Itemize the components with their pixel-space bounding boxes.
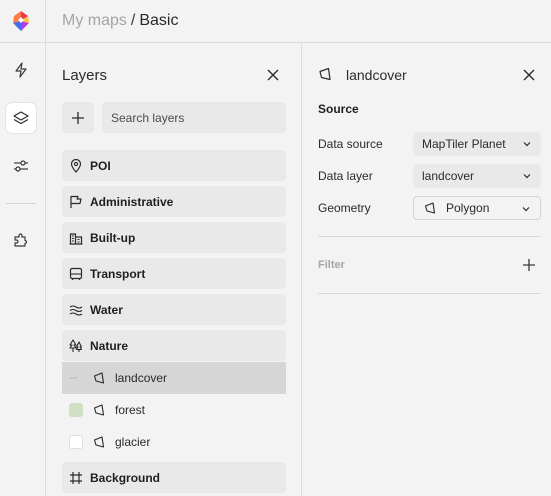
plus-icon [72, 111, 84, 124]
add-layer-button[interactable] [62, 102, 94, 133]
rail-item-layers[interactable] [6, 103, 36, 133]
layer-item-glacier[interactable]: glacier [62, 426, 286, 458]
section-divider [318, 293, 541, 294]
rail-divider [6, 203, 36, 204]
layer-group-administrative[interactable]: Administrative [62, 186, 286, 217]
drag-handle-icon[interactable]: ··· [69, 372, 83, 384]
layers-panel-title: Layers [62, 67, 108, 84]
add-filter-button[interactable] [518, 254, 540, 276]
sliders-icon [14, 160, 28, 172]
filter-section-title: Filter [318, 259, 345, 271]
close-properties-button[interactable] [518, 64, 540, 86]
layer-group-poi[interactable]: POI [62, 150, 286, 181]
data-source-value: MapTiler Planet [422, 137, 506, 151]
layer-group-label: Transport [90, 266, 146, 281]
polygon-icon [92, 371, 106, 385]
close-icon [523, 69, 535, 81]
chevron-down-icon [522, 207, 530, 212]
layer-item-landcover[interactable]: ··· landcover [62, 362, 286, 394]
layer-group-nature[interactable]: Nature [62, 330, 286, 361]
maptiler-logo-icon[interactable] [10, 10, 32, 32]
close-layers-button[interactable] [262, 64, 284, 86]
top-bar: My maps / Basic [46, 0, 551, 43]
layer-item-label: landcover [115, 371, 168, 385]
layer-group-water[interactable]: Water [62, 294, 286, 325]
bus-icon [69, 267, 83, 281]
layer-item-forest[interactable]: forest [62, 394, 286, 426]
search-layers-input[interactable] [102, 102, 286, 133]
geometry-value: Polygon [446, 201, 490, 215]
breadcrumb-current-map: Basic [139, 12, 179, 29]
rail-divider [0, 42, 46, 43]
lightning-icon [15, 62, 27, 78]
polygon-icon [92, 403, 106, 417]
trees-icon [69, 338, 83, 353]
puzzle-icon [14, 233, 28, 247]
rail-item-settings[interactable] [6, 151, 36, 181]
layer-group-label: Nature [90, 338, 129, 353]
layers-panel: Layers POI Administrative Built-up [46, 43, 302, 496]
layer-properties-panel: landcover Source Data source MapTiler Pl… [302, 43, 551, 496]
layer-item-label: forest [115, 403, 146, 417]
data-source-select[interactable]: MapTiler Planet [413, 132, 541, 156]
layer-group-transport[interactable]: Transport [62, 258, 286, 289]
chevron-down-icon [523, 174, 531, 179]
data-layer-value: landcover [422, 169, 475, 183]
geometry-label: Geometry [318, 201, 371, 215]
layer-group-background[interactable]: Background [62, 462, 286, 493]
polygon-icon [319, 67, 331, 81]
icon-rail [0, 0, 46, 496]
rail-item-extensions[interactable] [6, 225, 36, 255]
pin-icon [69, 158, 83, 173]
polygon-icon [423, 201, 437, 215]
chevron-down-icon [523, 142, 531, 147]
geometry-select[interactable]: Polygon [413, 196, 541, 220]
plus-icon [523, 259, 535, 271]
source-section-title: Source [318, 102, 359, 116]
rail-item-lightning[interactable] [6, 55, 36, 85]
layer-group-label: Background [90, 470, 161, 485]
buildings-icon [69, 231, 83, 245]
data-layer-label: Data layer [318, 169, 373, 183]
breadcrumb-my-maps[interactable]: My maps [62, 12, 127, 29]
frame-icon [69, 471, 83, 485]
close-icon [267, 69, 279, 81]
section-divider [318, 236, 541, 237]
polygon-icon [92, 435, 106, 449]
layer-group-label: Built-up [90, 230, 136, 245]
flag-icon [69, 195, 83, 209]
color-swatch[interactable] [69, 403, 83, 417]
breadcrumb-separator: / [130, 12, 136, 29]
layer-group-built-up[interactable]: Built-up [62, 222, 286, 253]
layers-icon [13, 111, 29, 125]
data-source-label: Data source [318, 137, 383, 151]
layer-title: landcover [346, 67, 407, 83]
data-layer-select[interactable]: landcover [413, 164, 541, 188]
layer-group-label: POI [90, 158, 111, 173]
color-swatch[interactable] [69, 435, 83, 449]
layer-item-label: glacier [115, 435, 151, 449]
layer-group-label: Administrative [90, 194, 174, 209]
breadcrumb: My maps / Basic [62, 12, 178, 30]
layer-group-label: Water [90, 302, 123, 317]
waves-icon [69, 303, 83, 317]
